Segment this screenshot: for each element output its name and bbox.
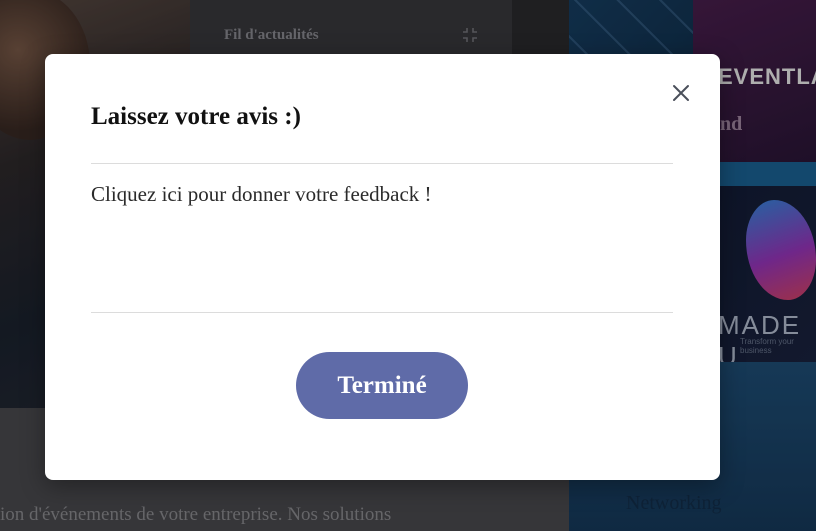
close-button[interactable] (664, 76, 698, 110)
modal-divider-bottom (91, 312, 673, 313)
close-icon (673, 85, 689, 101)
modal-divider-top (91, 163, 673, 164)
feedback-link[interactable]: Cliquez ici pour donner votre feedback ! (91, 182, 673, 207)
modal-title: Laissez votre avis :) (91, 103, 301, 130)
done-button[interactable]: Terminé (296, 352, 468, 419)
